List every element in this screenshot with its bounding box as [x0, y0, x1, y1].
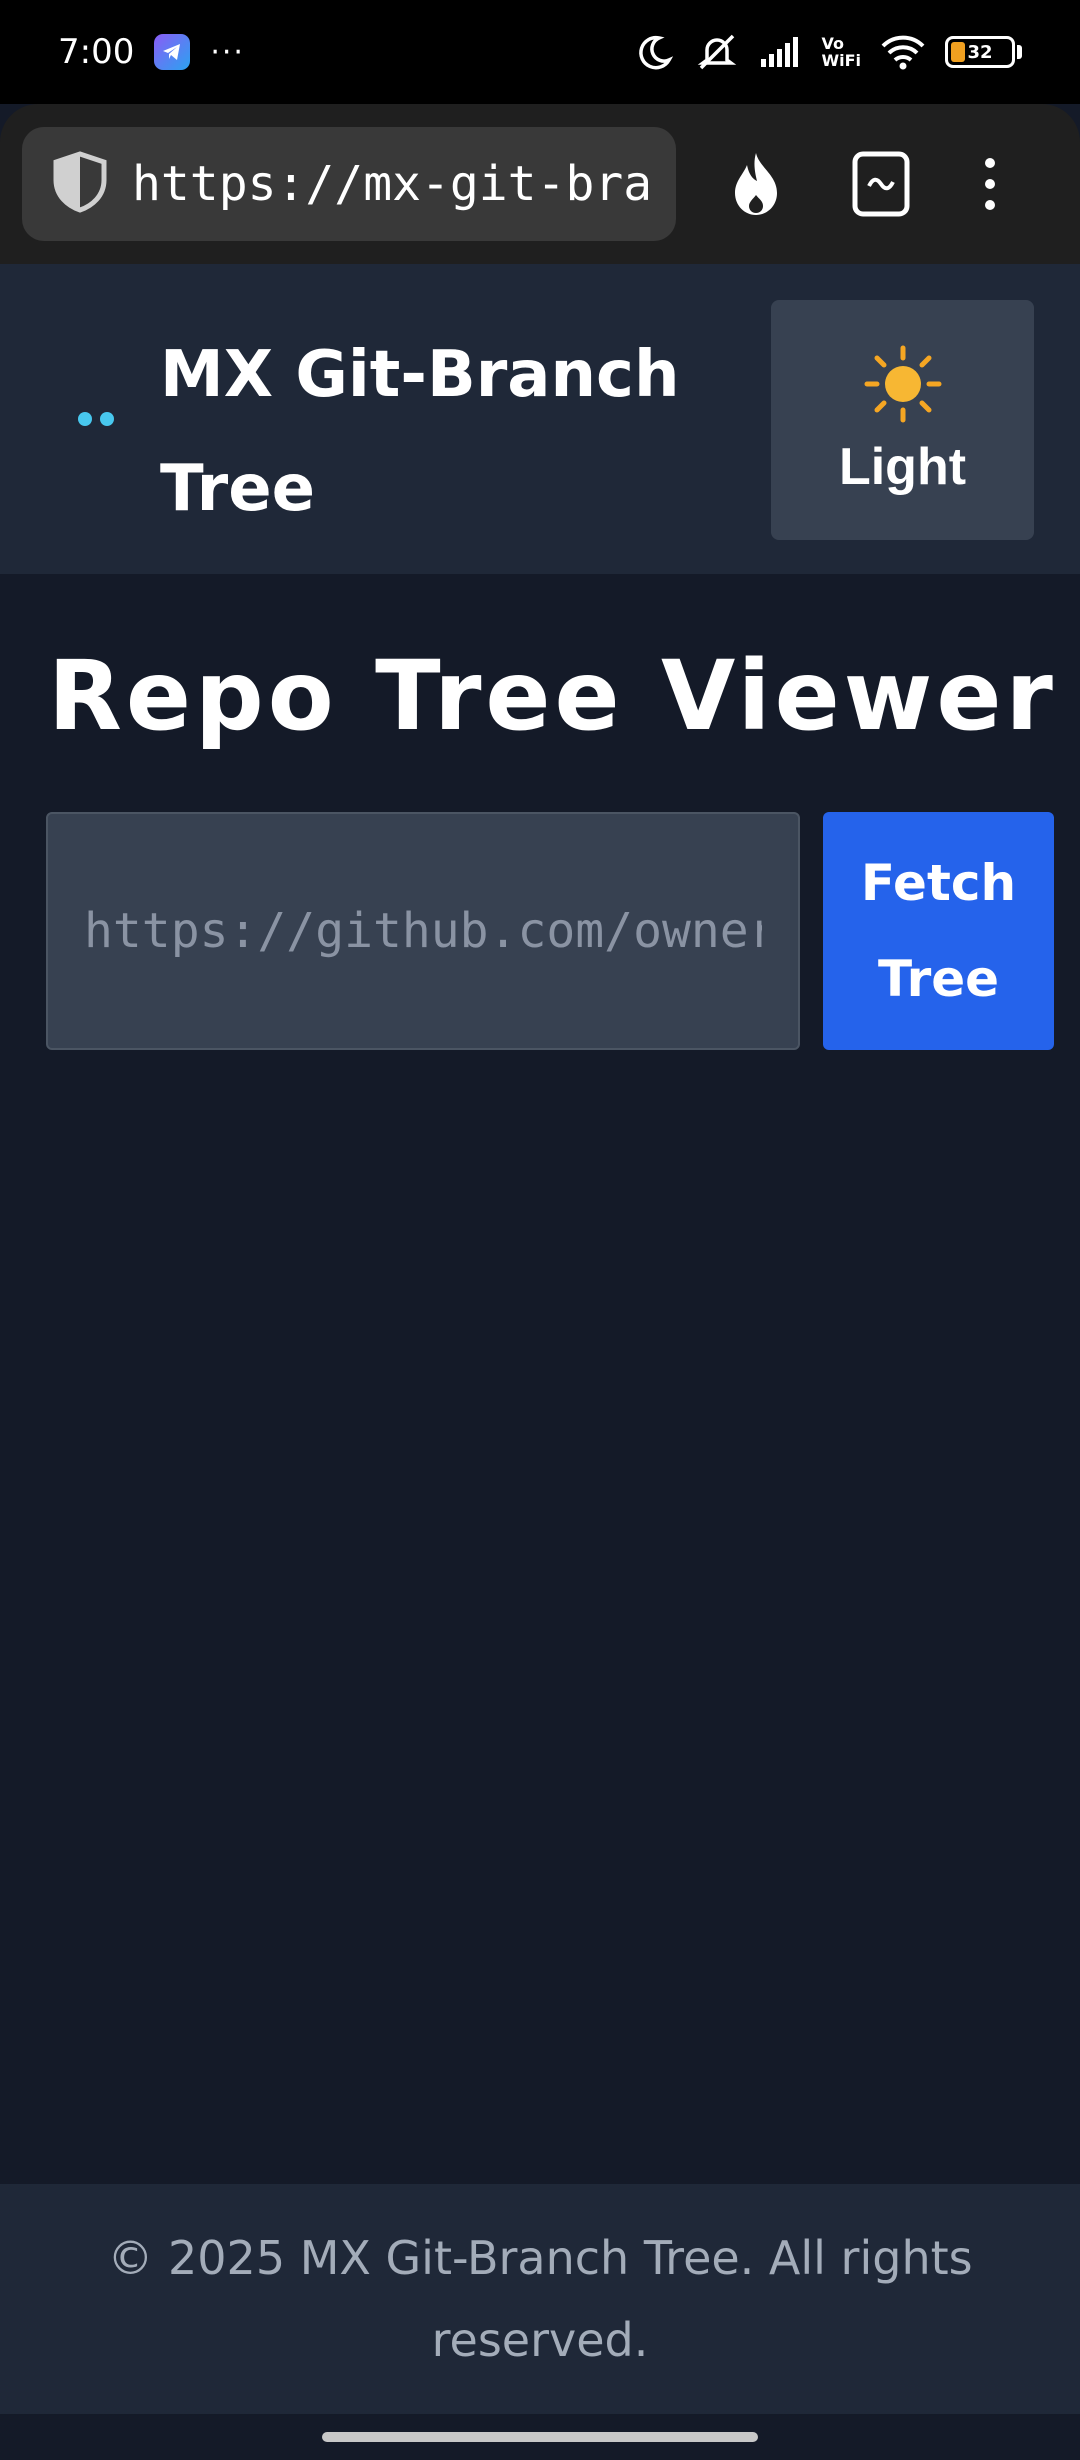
telegram-icon — [154, 34, 191, 70]
site-title[interactable]: MX Git-Branch Tree — [160, 318, 720, 546]
repo-url-input[interactable] — [46, 812, 800, 1050]
sun-icon — [863, 344, 943, 427]
url-text: https://mx-git-branch-tree — [132, 156, 648, 212]
signal-icon — [759, 35, 803, 69]
logo-icon — [78, 412, 114, 426]
status-time: 7:00 — [58, 32, 135, 72]
shield-icon[interactable] — [50, 150, 110, 218]
wifi-icon — [879, 33, 927, 71]
theme-toggle-label: Light — [838, 437, 967, 496]
flame-icon[interactable] — [726, 144, 786, 224]
status-bar: 7:00 ··· Vo WiFi 32 — [0, 0, 1080, 104]
vowifi-icon: Vo WiFi — [821, 35, 861, 69]
home-indicator[interactable] — [322, 2432, 758, 2442]
fetch-tree-button[interactable]: Fetch Tree — [823, 812, 1054, 1050]
footer-copyright: © 2025 MX Git-Branch Tree. All rights re… — [107, 2231, 973, 2367]
status-more-icon: ··· — [210, 34, 245, 70]
vowifi-line1: Vo — [821, 34, 844, 53]
moon-icon — [635, 32, 675, 72]
battery-level: 32 — [967, 41, 993, 63]
site-footer: © 2025 MX Git-Branch Tree. All rights re… — [0, 2184, 1080, 2414]
mute-icon — [693, 32, 741, 72]
browser-toolbar: https://mx-git-branch-tree — [0, 104, 1080, 264]
battery-icon: 32 — [945, 36, 1022, 68]
page-title: Repo Tree Viewer — [48, 640, 1057, 752]
theme-toggle-button[interactable]: Light — [771, 300, 1034, 540]
vowifi-line2: WiFi — [821, 51, 861, 70]
tab-switcher-icon[interactable] — [850, 148, 912, 220]
more-vertical-icon[interactable] — [980, 148, 1000, 220]
address-bar[interactable]: https://mx-git-branch-tree — [22, 127, 676, 241]
status-icons: Vo WiFi 32 — [635, 32, 1022, 72]
